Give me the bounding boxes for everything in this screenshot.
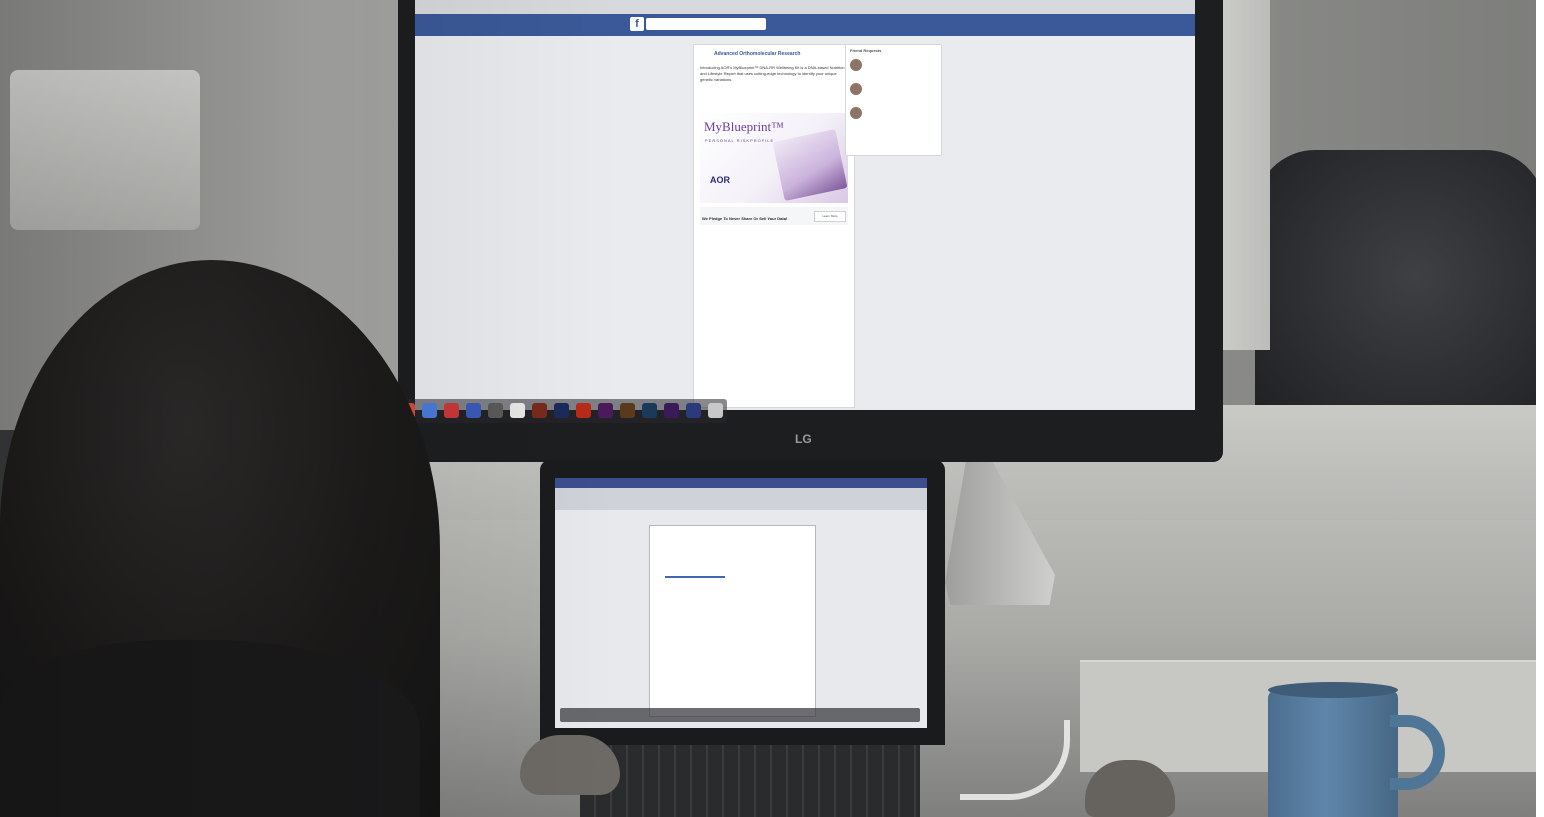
dock-app-icon (422, 403, 437, 418)
dock-app-icon (488, 403, 503, 418)
friend-requests-panel: Friend Requests (845, 44, 942, 156)
ad-image: MyBlueprint™ PERSONAL RISKPROFILE AOR (700, 113, 848, 203)
image-border (1536, 0, 1544, 817)
cta-headline: We Pledge To Never Share Or Sell Your Da… (702, 216, 788, 221)
office-chair (1255, 150, 1544, 430)
panel-title: Friend Requests (850, 48, 882, 53)
avatar (850, 59, 862, 71)
post-cta: We Pledge To Never Share Or Sell Your Da… (700, 207, 848, 225)
dock-app-icon (642, 403, 657, 418)
post-text: Introducing AOR's MyBlueprint™ DNA-RR We… (700, 65, 845, 82)
cta-button: Learn More (814, 211, 846, 222)
ad-logo: AOR (710, 175, 730, 185)
facebook-logo-icon: f (630, 17, 644, 31)
coffee-mug (1268, 682, 1398, 817)
laptop-menu-bar (555, 478, 927, 488)
monitor-screen: f Advanced Orthomolecular Research Intro… (415, 0, 1195, 410)
dock-app-icon (664, 403, 679, 418)
monitor-brand-logo: LG (795, 432, 812, 446)
printer (10, 70, 200, 230)
avatar (850, 107, 862, 119)
dock-app-icon (510, 403, 525, 418)
photo-scene: f Advanced Orthomolecular Research Intro… (0, 0, 1544, 817)
person-hand (520, 735, 620, 795)
dock-app-icon (598, 403, 613, 418)
dock-app-icon (444, 403, 459, 418)
laptop-keyboard (580, 745, 920, 817)
dock-app-icon (466, 403, 481, 418)
sponsored-post: Advanced Orthomolecular Research Introdu… (693, 44, 855, 408)
product-box (772, 129, 848, 201)
browser-tab-bar (415, 0, 1195, 14)
laptop-screen (555, 478, 927, 728)
dock-app-icon (686, 403, 701, 418)
post-author: Advanced Orthomolecular Research (714, 51, 801, 57)
laptop-dock (560, 708, 920, 722)
ad-brand-subtitle: PERSONAL RISKPROFILE (705, 138, 775, 143)
dock-app-icon (532, 403, 547, 418)
facebook-top-bar: f (415, 14, 1195, 36)
avatar (850, 83, 862, 95)
dock-app-icon (620, 403, 635, 418)
mug-rim (1268, 682, 1398, 698)
laptop-modal-dialog (650, 526, 815, 716)
dock-app-icon (708, 403, 723, 418)
person-shoulder (0, 640, 420, 817)
ad-brand-title: MyBlueprint™ (704, 119, 784, 134)
modal-tab (665, 566, 725, 578)
laptop-browser-tabs (555, 488, 927, 510)
dock-app-icon (576, 403, 591, 418)
dock-app-icon (554, 403, 569, 418)
facebook-search-input (646, 18, 766, 30)
